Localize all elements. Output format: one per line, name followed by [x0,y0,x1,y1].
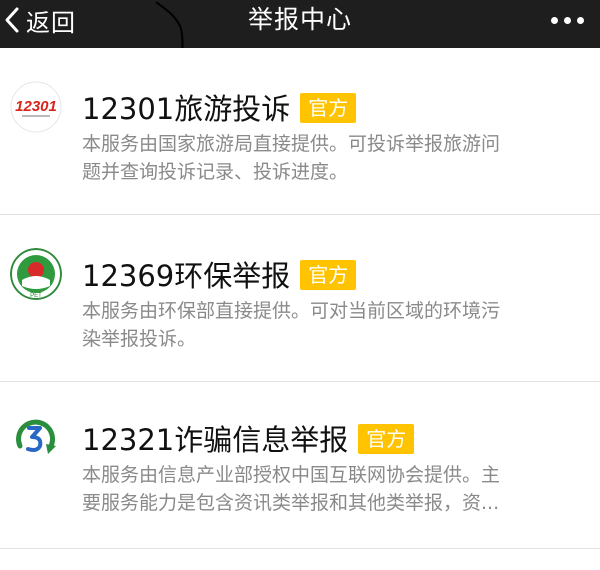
official-badge: 官方 [358,424,415,454]
description-line: 本服务由信息产业部授权中国互联网协会提供。主 [82,464,501,486]
item-title-text: 12321诈骗信息举报 [82,423,349,457]
official-badge: 官方 [300,260,357,290]
item-title-text: 12369环保举报 [82,259,291,293]
description-line: 题并查询投诉记录、投诉进度。 [82,161,349,183]
item-description: 本服务由环保部直接提供。可对当前区域的环境污 染举报投诉。 [82,297,572,353]
list-item-12321[interactable]: 12321诈骗信息举报 官方 本服务由信息产业部授权中国互联网协会提供。主 要服务… [0,382,600,549]
description-line: 染举报投诉。 [82,328,197,350]
report-service-list: 12301 12301旅游投诉 官方 本服务由国家旅游局直接提供。可投诉举报旅游问… [0,48,600,549]
item-description: 本服务由国家旅游局直接提供。可投诉举报旅游问 题并查询投诉记录、投诉进度。 [82,130,572,186]
official-badge: 官方 [300,93,357,123]
more-dot-icon [577,16,584,24]
description-line: 本服务由环保部直接提供。可对当前区域的环境污 [82,300,501,322]
navigation-bar: 返回 举报中心 [0,0,600,59]
list-item-12301[interactable]: 12301 12301旅游投诉 官方 本服务由国家旅游局直接提供。可投诉举报旅游问… [0,48,600,215]
more-dot-icon [564,16,571,24]
item-title: 12321诈骗信息举报 官方 [82,417,415,459]
item-description: 本服务由信息产业部授权中国互联网协会提供。主 要服务能力是包含资讯类举报和其他类… [82,461,572,517]
description-line: 要服务能力是包含资讯类举报和其他类举报，资... [82,492,500,514]
tourism-12301-logo-icon: 12301 [10,81,62,133]
svg-text:PET: PET [30,293,42,299]
environment-12369-logo-icon: PET [10,248,62,300]
item-title: 12369环保举报 官方 [82,253,357,295]
list-item-12369[interactable]: PET 12369环保举报 官方 本服务由环保部直接提供。可对当前区域的环境污 染… [0,215,600,382]
svg-text:12301: 12301 [15,98,57,115]
more-dot-icon [551,16,558,24]
more-menu-button[interactable] [551,0,584,40]
fraud-12321-logo-icon [10,412,62,464]
item-title: 12301旅游投诉 官方 [82,86,357,128]
description-line: 本服务由国家旅游局直接提供。可投诉举报旅游问 [82,133,501,155]
page-title: 举报中心 [247,5,352,34]
item-title-text: 12301旅游投诉 [82,92,291,126]
